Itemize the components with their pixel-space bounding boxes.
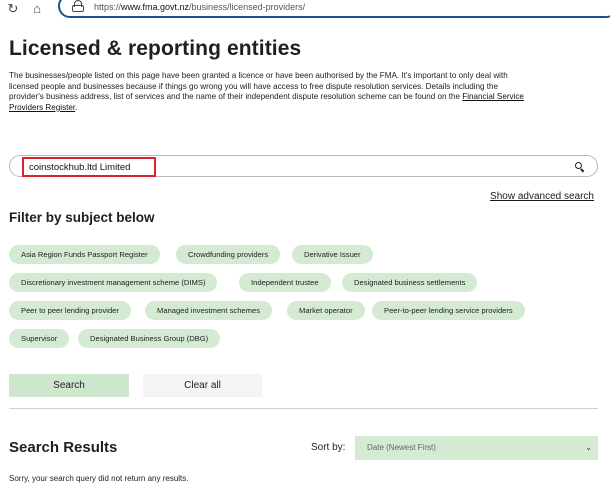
search-icon[interactable]: [573, 160, 587, 174]
intro-paragraph: The businesses/people listed on this pag…: [9, 71, 524, 112]
filter-tag-dims[interactable]: Discretionary investment management sche…: [9, 273, 218, 292]
filter-tag-dbg[interactable]: Designated Business Group (DBG): [78, 329, 221, 348]
page-title: Licensed & reporting entities: [9, 37, 302, 60]
filter-tag-p2p-lending-provider[interactable]: Peer to peer lending provider: [9, 301, 131, 320]
filter-tag-supervisor[interactable]: Supervisor: [9, 329, 70, 348]
filter-heading: Filter by subject below: [9, 210, 155, 225]
filter-tag-managed-investment-schemes[interactable]: Managed investment schemes: [145, 301, 272, 320]
section-divider: [9, 408, 598, 409]
filter-tag-arfp[interactable]: Asia Region Funds Passport Register: [9, 245, 160, 264]
filter-tag-p2p-lending-service-providers[interactable]: Peer-to-peer lending service providers: [372, 301, 525, 320]
sort-label: Sort by:: [311, 442, 346, 453]
browser-toolbar: ↻ ⌂ https://www.fma.govt.nz/business/lic…: [0, 0, 610, 20]
search-input[interactable]: [22, 157, 156, 177]
results-heading: Search Results: [9, 439, 118, 456]
search-bar: [9, 155, 598, 177]
address-bar[interactable]: https://www.fma.govt.nz/business/license…: [58, 0, 610, 18]
url-text: https://www.fma.govt.nz/business/license…: [94, 1, 306, 12]
show-advanced-search-link[interactable]: Show advanced search: [490, 191, 594, 202]
filter-tag-derivative-issuer[interactable]: Derivative Issuer: [292, 245, 373, 264]
chevron-down-icon: ⌄: [585, 443, 592, 452]
sort-select[interactable]: Date (Newest First) ⌄: [355, 436, 598, 460]
filter-tag-market-operator[interactable]: Market operator: [287, 301, 365, 320]
home-icon[interactable]: ⌂: [30, 2, 44, 16]
filter-tag-independent-trustee[interactable]: Independent trustee: [239, 273, 331, 292]
reload-icon[interactable]: ↻: [6, 2, 20, 16]
filter-tag-designated-business-settlements[interactable]: Designated business settlements: [342, 273, 478, 292]
filter-tag-crowdfunding[interactable]: Crowdfunding providers: [176, 245, 281, 264]
sort-selected-value: Date (Newest First): [367, 443, 436, 452]
search-button[interactable]: Search: [9, 374, 129, 397]
no-results-message: Sorry, your search query did not return …: [9, 474, 189, 483]
lock-icon: [72, 0, 84, 12]
clear-all-button[interactable]: Clear all: [143, 374, 262, 397]
